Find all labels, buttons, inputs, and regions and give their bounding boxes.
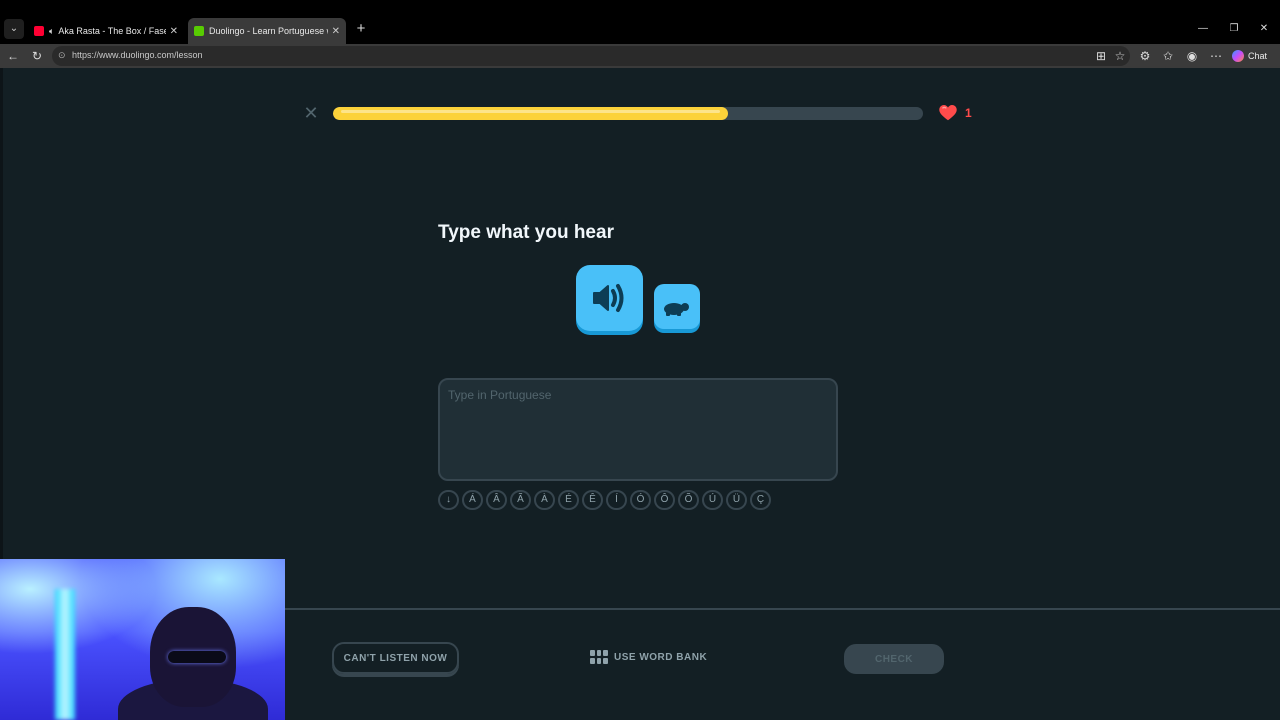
accent-key[interactable]: ↓ [438,490,459,510]
webcam-neon-light [55,589,75,720]
accent-key[interactable]: Ó [630,490,651,510]
copilot-chat-button[interactable]: Chat [1232,47,1267,65]
close-tab-icon[interactable]: ✕ [332,26,340,37]
url-text: https://www.duolingo.com/lesson [72,50,203,60]
challenge-title: Type what you hear [438,222,614,243]
restore-icon[interactable]: ❐ [1222,20,1246,38]
accent-key[interactable]: Í [606,490,627,510]
close-tab-icon[interactable]: ✕ [170,26,178,37]
extensions-icon[interactable]: ⚙ [1136,47,1154,65]
copilot-icon [1232,50,1244,62]
heart-icon [939,105,957,121]
accent-key[interactable]: Â [486,490,507,510]
profile-avatar-icon[interactable]: ◉ [1183,47,1201,65]
accent-key[interactable]: À [534,490,555,510]
minimize-icon[interactable]: — [1191,20,1215,38]
close-lesson-icon[interactable]: ✕ [302,104,320,122]
browser-toolbar: ← ↻ ⊙ https://www.duolingo.com/lesson ⊞ … [0,44,1280,68]
word-bank-icon [590,650,608,664]
use-word-bank-button[interactable]: USE WORD BANK [590,648,707,666]
progress-fill [333,107,728,120]
duolingo-icon [194,26,204,36]
word-bank-label: USE WORD BANK [614,651,708,663]
turtle-icon [664,303,689,316]
lesson-progress-bar [333,107,923,120]
slow-audio-button[interactable] [654,284,700,329]
hearts-count: 1 [965,106,972,120]
chat-label: Chat [1248,51,1268,61]
accent-key[interactable]: Ú [702,490,723,510]
webcam-overlay [0,559,285,720]
address-bar[interactable]: ⊙ https://www.duolingo.com/lesson ⊞ ☆ [52,46,1130,66]
play-audio-button[interactable] [576,265,643,331]
site-info-icon[interactable]: ⊙ [58,50,68,62]
answer-input[interactable] [448,388,828,471]
back-arrow-icon[interactable]: ← [4,47,22,65]
reload-icon[interactable]: ↻ [28,47,46,65]
cant-listen-button[interactable]: CAN'T LISTEN NOW [332,642,459,674]
accent-key[interactable]: É [558,490,579,510]
browser-tab-youtube[interactable]: 🔈︎ Aka Rasta - The Box / Fases R ✕ [28,18,184,44]
progress-shine [341,110,720,113]
tab-title: Duolingo - Learn Portuguese with [209,26,328,36]
app-available-icon[interactable]: ⊞ [1092,47,1110,65]
browser-tab-bar: ⌄ 🔈︎ Aka Rasta - The Box / Fases R ✕ Duo… [0,0,1280,44]
favorite-star-icon[interactable]: ☆ [1111,47,1129,65]
window-close-icon[interactable]: ✕ [1252,20,1276,38]
new-tab-plus-icon[interactable]: + [352,19,370,39]
accent-key[interactable]: Ê [582,490,603,510]
accent-key[interactable]: Õ [678,490,699,510]
tab-title: Aka Rasta - The Box / Fases R [58,26,165,36]
favorites-icon[interactable]: ✩ [1159,47,1177,65]
webcam-sunglasses [168,651,226,663]
accent-key[interactable]: Á [462,490,483,510]
answer-text-area[interactable] [438,378,838,481]
accent-key[interactable]: Ô [654,490,675,510]
accent-key[interactable]: Ã [510,490,531,510]
special-characters-row: ↓ Á Â Ã À É Ê Í Ó Ô Õ Ú Ü Ç [438,490,774,510]
browser-tab-duolingo[interactable]: Duolingo - Learn Portuguese with ✕ [188,18,346,44]
more-menu-icon[interactable]: ⋯ [1207,47,1225,65]
hearts-counter[interactable]: 1 [939,104,972,122]
accent-key[interactable]: Ç [750,490,771,510]
check-button[interactable]: CHECK [844,644,944,674]
speaker-icon [593,284,624,312]
youtube-icon [34,26,44,36]
speaker-icon[interactable]: 🔈︎ [49,26,54,37]
tab-list-chevron-icon[interactable]: ⌄ [4,19,24,39]
accent-key[interactable]: Ü [726,490,747,510]
